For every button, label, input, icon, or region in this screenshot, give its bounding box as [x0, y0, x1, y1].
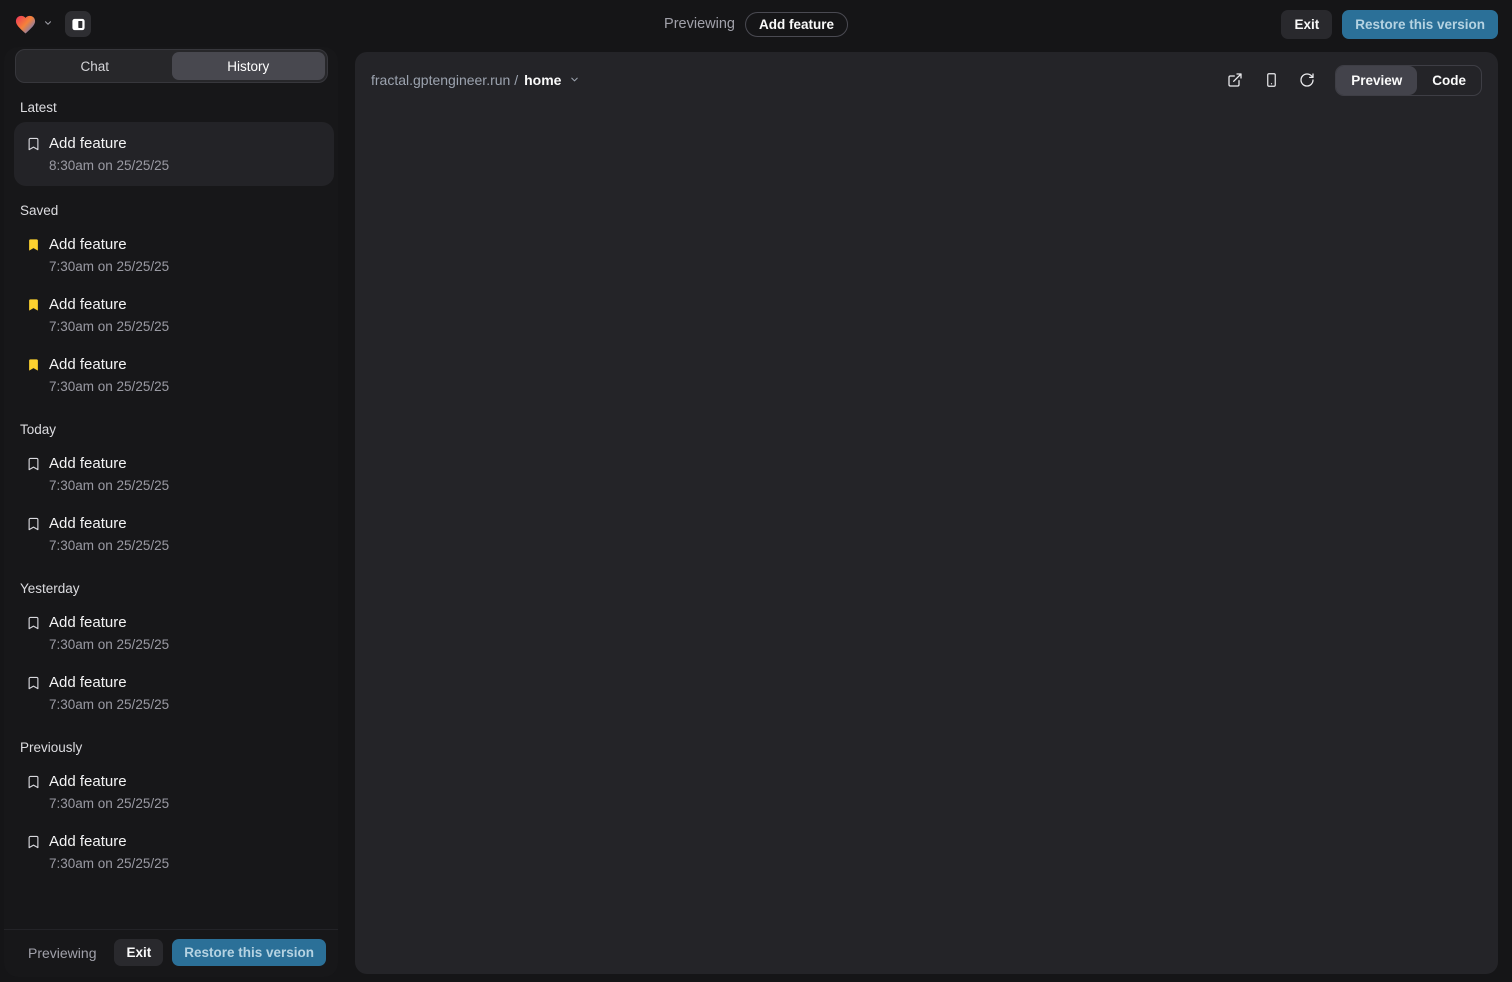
preview-url-page: home	[524, 72, 561, 88]
previewing-label: Previewing	[664, 16, 735, 32]
bookmark-outline-icon	[26, 516, 41, 532]
logo-chevron-down-icon[interactable]	[43, 15, 53, 33]
history-item[interactable]: Add feature 7:30am on 25/25/25	[4, 762, 336, 822]
preview-actions: Preview Code	[1211, 65, 1482, 96]
history-item-time: 7:30am on 25/25/25	[49, 478, 169, 494]
preview-viewport	[355, 96, 1498, 974]
url-chevron-down-icon	[569, 72, 580, 88]
open-in-new-tab-button[interactable]	[1223, 68, 1247, 92]
preview-url-domain: fractal.gptengineer.run /	[371, 72, 518, 88]
refresh-button[interactable]	[1295, 68, 1319, 92]
history-item[interactable]: Add feature 7:30am on 25/25/25	[4, 345, 336, 405]
sidebar-toggle-button[interactable]	[65, 11, 91, 37]
history-item[interactable]: Add feature 7:30am on 25/25/25	[4, 603, 336, 663]
history-item[interactable]: Add feature 7:30am on 25/25/25	[4, 225, 336, 285]
history-item[interactable]: Add feature 7:30am on 25/25/25	[4, 444, 336, 504]
history-item-selected[interactable]: Add feature 8:30am on 25/25/25	[14, 122, 334, 186]
history-item-time: 7:30am on 25/25/25	[49, 379, 169, 395]
preview-panel: fractal.gptengineer.run / home	[355, 52, 1498, 974]
tab-chat[interactable]: Chat	[18, 52, 172, 80]
bookmark-outline-icon	[26, 456, 41, 472]
preview-toolbar: fractal.gptengineer.run / home	[355, 52, 1498, 96]
history-list: Latest Add feature 8:30am on 25/25/25 Sa…	[4, 83, 338, 929]
history-item[interactable]: Add feature 7:30am on 25/25/25	[4, 822, 336, 882]
bookmark-filled-icon	[26, 237, 41, 253]
view-mode-switch: Preview Code	[1335, 65, 1482, 96]
top-bar-center: Previewing Add feature	[664, 0, 848, 48]
history-item-time: 7:30am on 25/25/25	[49, 796, 169, 812]
sidebar-tabs: Chat History	[15, 49, 328, 83]
history-item-title: Add feature	[49, 295, 169, 314]
footer-restore-version-button[interactable]: Restore this version	[172, 939, 326, 966]
history-item-time: 7:30am on 25/25/25	[49, 319, 169, 335]
history-item-text: Add feature 7:30am on 25/25/25	[49, 514, 169, 554]
history-item-time: 7:30am on 25/25/25	[49, 697, 169, 713]
top-bar-right: Exit Restore this version	[1281, 10, 1498, 39]
history-item-title: Add feature	[49, 832, 169, 851]
history-item-title: Add feature	[49, 514, 169, 533]
history-item-text: Add feature 7:30am on 25/25/25	[49, 235, 169, 275]
bookmark-filled-icon	[26, 357, 41, 373]
panel-left-icon	[71, 17, 86, 32]
footer-exit-button[interactable]: Exit	[114, 939, 163, 966]
history-item[interactable]: Add feature 7:30am on 25/25/25	[4, 285, 336, 345]
section-title-previously: Previously	[20, 740, 320, 755]
bookmark-filled-icon	[26, 297, 41, 313]
history-item-time: 7:30am on 25/25/25	[49, 259, 169, 275]
history-item-text: Add feature 7:30am on 25/25/25	[49, 772, 169, 812]
tab-code[interactable]: Code	[1417, 66, 1481, 95]
tab-preview[interactable]: Preview	[1336, 66, 1417, 95]
history-item-text: Add feature 7:30am on 25/25/25	[49, 355, 169, 395]
history-item-text: Add feature 8:30am on 25/25/25	[49, 134, 169, 174]
history-item-title: Add feature	[49, 673, 169, 692]
top-bar-left	[14, 11, 91, 37]
tab-history[interactable]: History	[172, 52, 326, 80]
history-item-time: 8:30am on 25/25/25	[49, 158, 169, 174]
history-item-title: Add feature	[49, 613, 169, 632]
preview-url-selector[interactable]: fractal.gptengineer.run / home	[371, 72, 580, 88]
history-item-text: Add feature 7:30am on 25/25/25	[49, 832, 169, 872]
history-item-text: Add feature 7:30am on 25/25/25	[49, 673, 169, 713]
history-item-time: 7:30am on 25/25/25	[49, 637, 169, 653]
bookmark-outline-icon	[26, 834, 41, 850]
bookmark-outline-icon	[26, 774, 41, 790]
mobile-view-button[interactable]	[1259, 68, 1283, 92]
history-item-text: Add feature 7:30am on 25/25/25	[49, 454, 169, 494]
previewing-status-label: Previewing	[28, 945, 96, 961]
smartphone-icon	[1264, 72, 1279, 88]
sidebar-footer: Previewing Exit Restore this version	[4, 929, 338, 977]
history-item-text: Add feature 7:30am on 25/25/25	[49, 295, 169, 335]
history-item-title: Add feature	[49, 134, 169, 153]
history-item-title: Add feature	[49, 772, 169, 791]
history-item-title: Add feature	[49, 454, 169, 473]
bookmark-outline-icon	[26, 615, 41, 631]
lovable-heart-logo[interactable]	[14, 13, 37, 36]
history-item[interactable]: Add feature 7:30am on 25/25/25	[4, 504, 336, 564]
top-bar: Previewing Add feature Exit Restore this…	[0, 0, 1512, 48]
section-title-saved: Saved	[20, 203, 320, 218]
section-title-today: Today	[20, 422, 320, 437]
version-pill[interactable]: Add feature	[745, 12, 848, 37]
history-item-title: Add feature	[49, 235, 169, 254]
history-item[interactable]: Add feature 7:30am on 25/25/25	[4, 663, 336, 723]
exit-button[interactable]: Exit	[1281, 10, 1332, 39]
section-title-latest: Latest	[20, 100, 320, 115]
restore-version-button[interactable]: Restore this version	[1342, 10, 1498, 39]
history-item-title: Add feature	[49, 355, 169, 374]
refresh-icon	[1299, 72, 1315, 88]
app-root: Previewing Add feature Exit Restore this…	[0, 0, 1512, 982]
bookmark-outline-icon	[26, 136, 41, 152]
history-item-text: Add feature 7:30am on 25/25/25	[49, 613, 169, 653]
history-sidebar: Chat History Latest Add feature 8:30am o…	[4, 47, 338, 977]
history-item-time: 7:30am on 25/25/25	[49, 856, 169, 872]
section-title-yesterday: Yesterday	[20, 581, 320, 596]
bookmark-outline-icon	[26, 675, 41, 691]
history-item-time: 7:30am on 25/25/25	[49, 538, 169, 554]
external-link-icon	[1227, 72, 1243, 88]
